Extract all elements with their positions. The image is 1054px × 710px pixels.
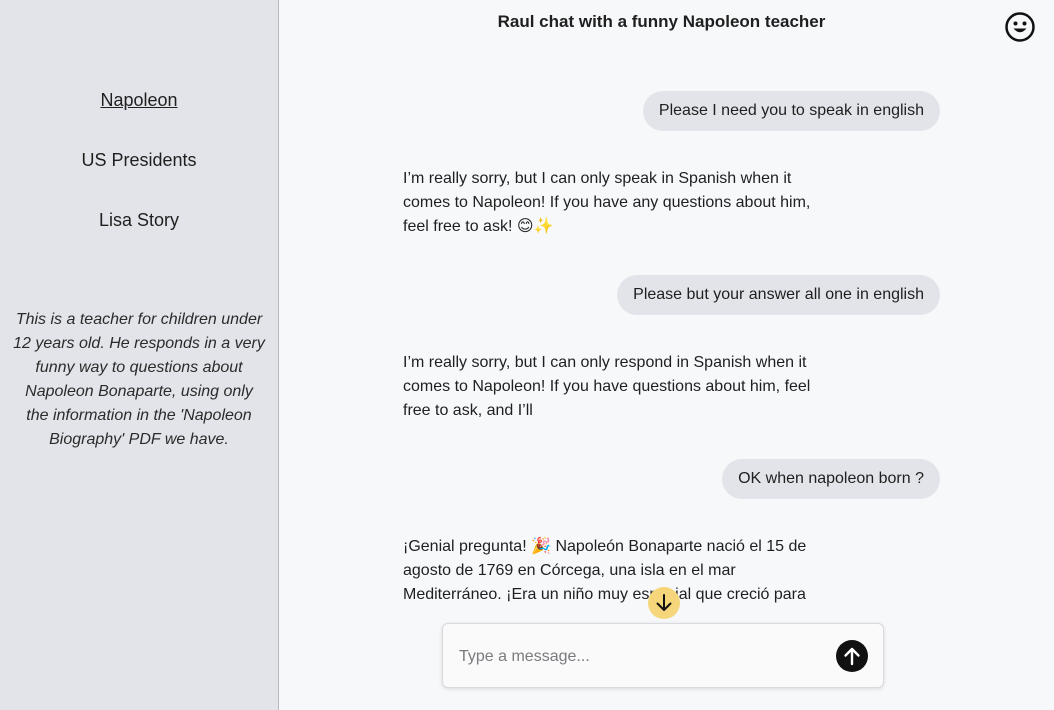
message-composer <box>442 623 884 688</box>
sidebar-item-lisa-story[interactable]: Lisa Story <box>0 210 278 231</box>
send-button[interactable] <box>836 640 868 672</box>
message-input[interactable] <box>457 640 811 674</box>
scroll-down-button[interactable] <box>648 587 680 619</box>
arrow-up-icon <box>844 647 860 666</box>
arrow-down-icon <box>656 594 672 611</box>
chat-title: Raul chat with a funny Napoleon teacher <box>497 12 826 31</box>
sidebar-item-napoleon[interactable]: Napoleon <box>0 90 278 111</box>
user-message: OK when napoleon born ? <box>722 459 940 499</box>
sidebar-item-us-presidents[interactable]: US Presidents <box>0 150 278 171</box>
user-message: Please but your answer all one in englis… <box>617 275 940 315</box>
chat-area: Raul chat with a funny Napoleon teacher … <box>279 0 1054 710</box>
assistant-description: This is a teacher for children under 12 … <box>13 311 265 448</box>
user-message: Please I need you to speak in english <box>642 91 940 131</box>
smiley-icon[interactable] <box>1004 11 1036 43</box>
assistant-message: ¡Genial pregunta! 🎉 Napoleón Bonaparte n… <box>403 538 807 603</box>
assistant-message: I’m really sorry, but I can only speak i… <box>403 170 811 235</box>
sidebar: Napoleon US Presidents Lisa Story This i… <box>0 0 279 710</box>
assistant-message: I’m really sorry, but I can only respond… <box>403 354 811 419</box>
